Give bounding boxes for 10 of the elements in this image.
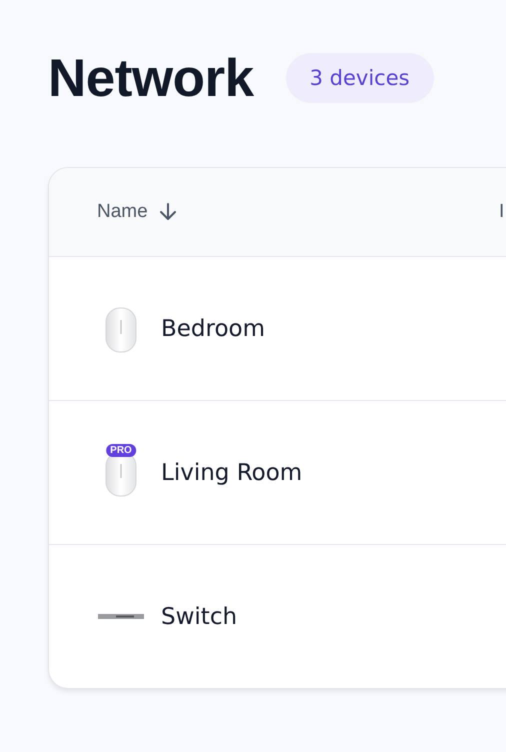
page-title: Network (48, 48, 254, 108)
column-header[interactable]: I (499, 201, 504, 223)
switch-icon (98, 614, 144, 620)
device-count-badge: 3 devices (286, 53, 434, 103)
pro-badge: PRO (106, 444, 136, 456)
column-header[interactable]: Name (97, 201, 148, 223)
device-name[interactable]: Bedroom (161, 316, 266, 342)
sort-arrow-icon[interactable] (158, 202, 178, 222)
device-name[interactable]: Living Room (161, 460, 302, 486)
device-name[interactable]: Switch (161, 604, 238, 630)
